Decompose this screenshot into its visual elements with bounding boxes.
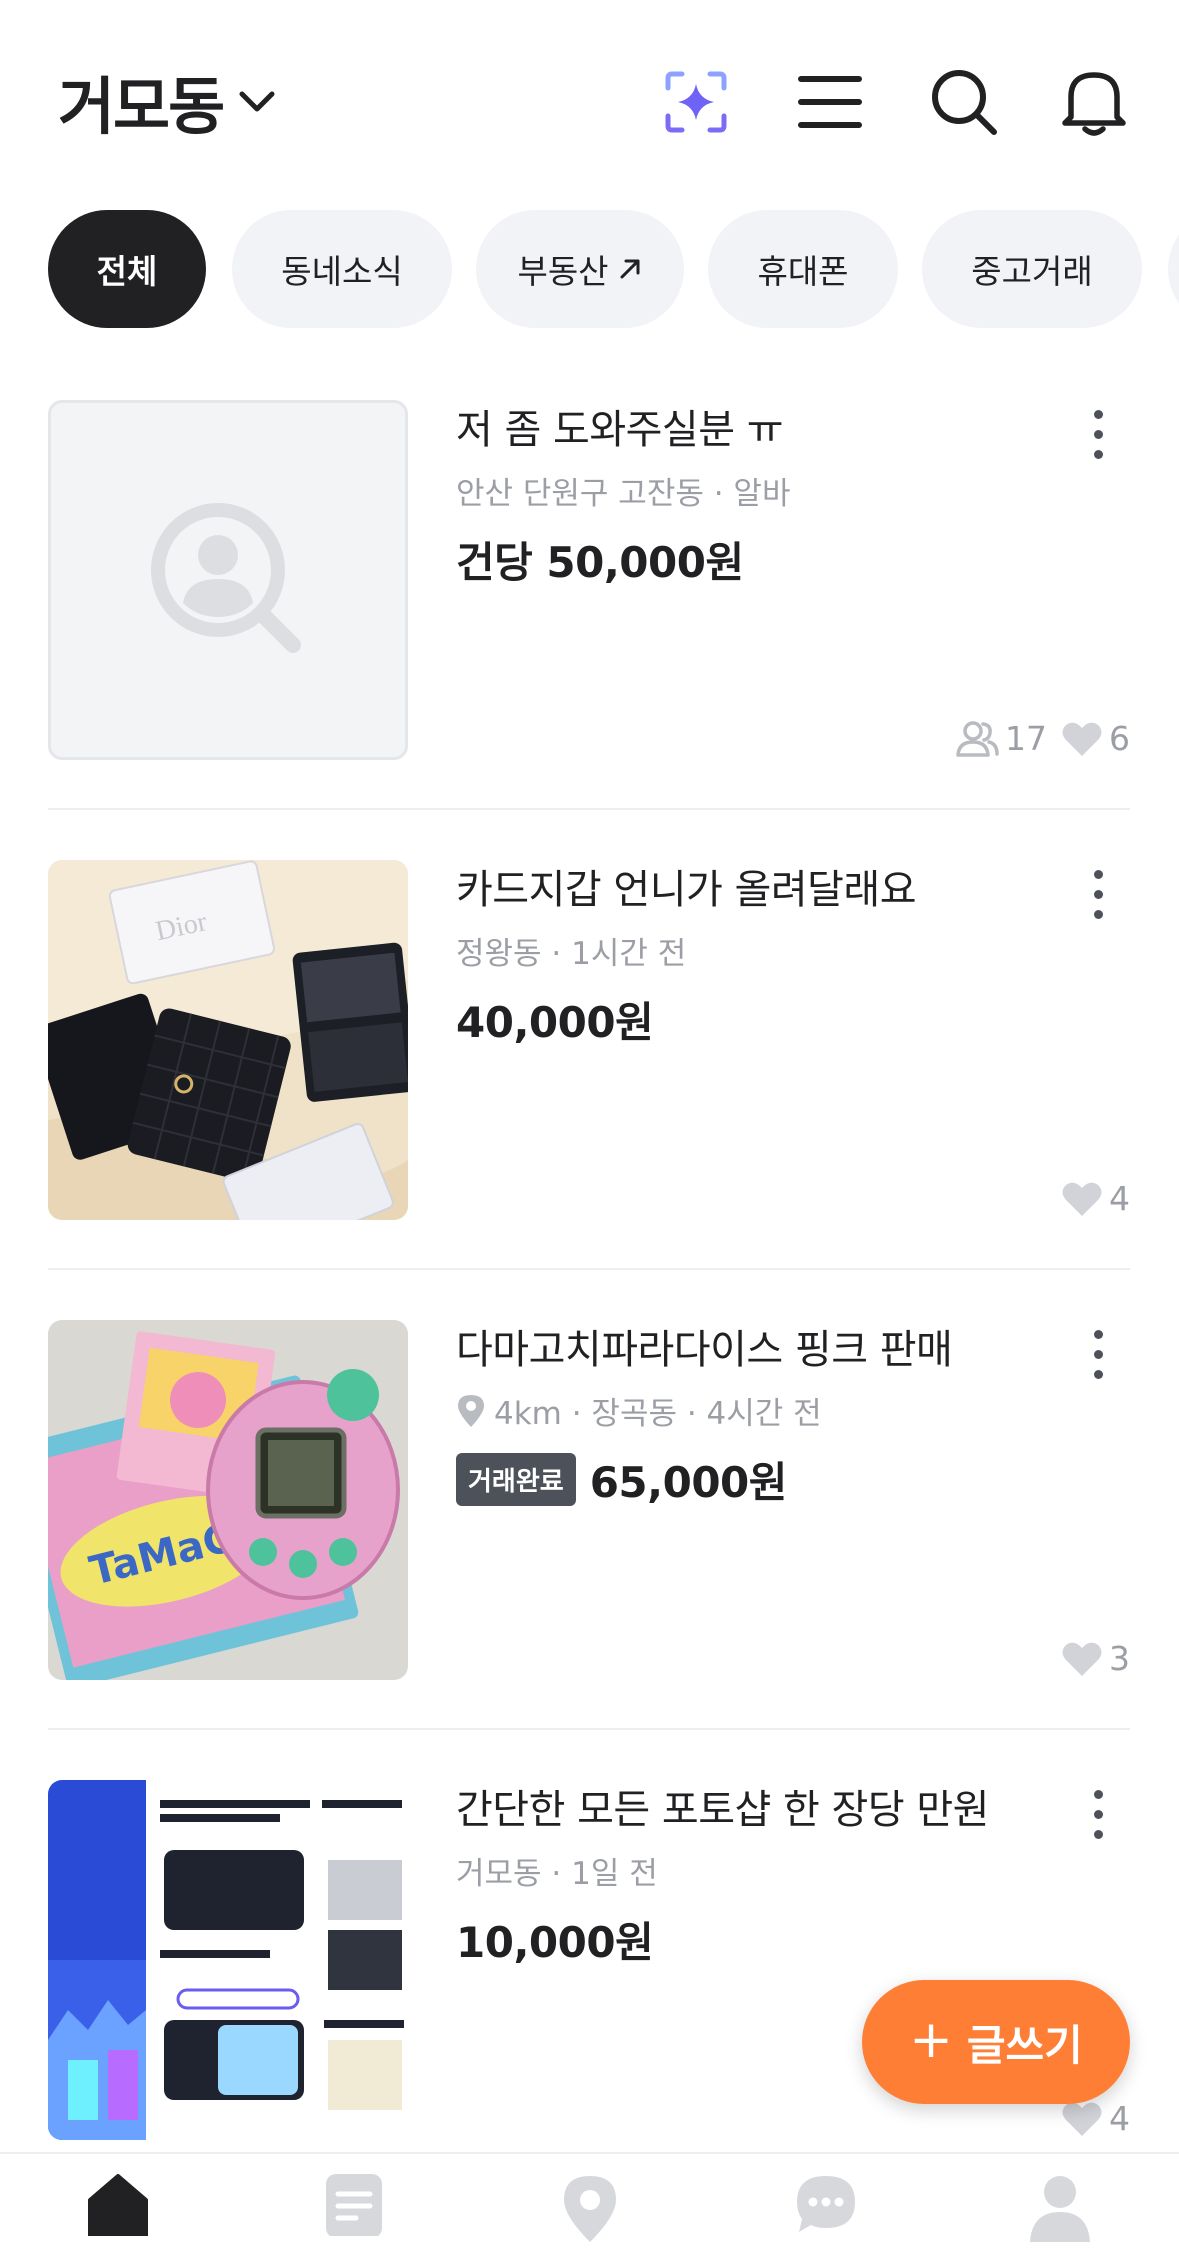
chip-next[interactable]: [1168, 210, 1179, 328]
like-count: 4: [1061, 2099, 1130, 2138]
ai-sparkle-icon[interactable]: [656, 62, 736, 142]
heart-icon: [1062, 722, 1102, 756]
search-person-icon: [151, 503, 301, 653]
item-price: 40,000원: [456, 998, 654, 1047]
chip-used-trade[interactable]: 중고거래: [922, 210, 1142, 328]
list-item[interactable]: 저 좀 도와주실분 ㅠ 안산 단원구 고잔동 · 알바 건당 50,000원 1…: [48, 400, 1130, 760]
item-price: 건당 50,000원: [456, 538, 744, 587]
location-selector[interactable]: 거모동: [58, 56, 277, 146]
like-count: 4: [1061, 1179, 1130, 1218]
heart-icon: [1062, 2102, 1102, 2136]
nav-home-icon[interactable]: [78, 2172, 158, 2248]
item-title: 간단한 모든 포토샵 한 장당 만원: [456, 1787, 989, 1833]
search-icon[interactable]: [924, 62, 1004, 142]
people-icon: [956, 720, 999, 757]
heart-icon: [1062, 1642, 1102, 1676]
item-info: 다마고치파라다이스 핑크 판매 4km · 장곡동 · 4시간 전 거래완료 6…: [456, 1320, 1056, 1510]
divider: [48, 808, 1130, 810]
location-label: 거모동: [58, 70, 225, 143]
item-stats: 17 6: [941, 719, 1130, 758]
top-app-bar: 거모동: [0, 0, 1179, 200]
like-count-value: 3: [1109, 1639, 1130, 1678]
bell-icon[interactable]: [1054, 62, 1134, 142]
nav-profile-icon[interactable]: [1020, 2172, 1100, 2248]
item-stats: 3: [1047, 1639, 1130, 1678]
item-stats: 4: [1047, 1179, 1130, 1218]
divider: [48, 1268, 1130, 1270]
item-meta: 거모동 · 1일 전: [456, 1856, 658, 1892]
status-badge: 거래완료: [456, 1453, 576, 1506]
like-count: 3: [1061, 1639, 1130, 1678]
item-price: 65,000원: [589, 1458, 788, 1507]
plus-icon: +: [909, 2010, 953, 2070]
external-link-icon: [617, 256, 643, 282]
like-count-value: 4: [1109, 1179, 1130, 1218]
item-meta: 안산 단원구 고잔동 · 알바: [456, 476, 791, 512]
chip-all[interactable]: 전체: [48, 210, 206, 328]
nav-location-pin-icon[interactable]: [550, 2172, 630, 2248]
write-post-label: 글쓰기: [966, 2020, 1083, 2070]
chip-label: 부동산: [517, 252, 609, 291]
divider: [48, 1728, 1130, 1730]
list-item[interactable]: TaMaGo 다마고치파라다이스 핑크 판매 4km · 장곡동 · 4시간 전…: [48, 1320, 1130, 1680]
chat-count-value: 17: [1005, 719, 1047, 758]
like-count: 6: [1061, 719, 1130, 758]
more-options-icon[interactable]: [1078, 1784, 1118, 1844]
item-meta-text: 4km · 장곡동 · 4시간 전: [494, 1396, 822, 1432]
tamagotchi-photo: TaMaGo: [48, 1320, 408, 1680]
nav-document-icon[interactable]: [314, 2172, 394, 2248]
item-info: 카드지갑 언니가 올려달래요 정왕동 · 1시간 전 40,000원: [456, 860, 1056, 1050]
item-info: 간단한 모든 포토샵 한 장당 만원 거모동 · 1일 전 10,000원: [456, 1780, 1056, 1970]
item-title: 저 좀 도와주실분 ㅠ: [456, 407, 784, 453]
like-count-value: 4: [1109, 2099, 1130, 2138]
chip-label: 동네소식: [281, 252, 403, 291]
chip-label: 중고거래: [971, 252, 1093, 291]
more-options-icon[interactable]: [1078, 864, 1118, 924]
more-options-icon[interactable]: [1078, 1324, 1118, 1384]
item-meta: 4km · 장곡동 · 4시간 전: [456, 1388, 1056, 1433]
more-options-icon[interactable]: [1078, 404, 1118, 464]
item-title: 카드지갑 언니가 올려달래요: [456, 867, 917, 913]
chevron-down-icon: [237, 89, 277, 119]
chat-count: 17: [955, 719, 1047, 758]
list-item[interactable]: Dior 카드지갑 언니가 올려달래요 정왕동 · 1시간 전 40,000원 …: [48, 860, 1130, 1220]
menu-icon[interactable]: [790, 62, 870, 142]
wallet-photo: Dior: [48, 860, 408, 1220]
item-title: 다마고치파라다이스 핑크 판매: [456, 1327, 953, 1373]
category-chips: 전체 동네소식 부동산 휴대폰 중고거래: [0, 210, 1179, 330]
item-stats: 4: [1047, 2099, 1130, 2138]
item-info: 저 좀 도와주실분 ㅠ 안산 단원구 고잔동 · 알바 건당 50,000원: [456, 400, 1056, 590]
chip-real-estate[interactable]: 부동산: [476, 210, 684, 328]
chip-phones[interactable]: 휴대폰: [708, 210, 898, 328]
like-count-value: 6: [1109, 719, 1130, 758]
item-meta: 정왕동 · 1시간 전: [456, 936, 687, 972]
heart-icon: [1062, 1182, 1102, 1216]
location-pin-icon: [458, 1394, 484, 1427]
bottom-navigation: [0, 2152, 1179, 2248]
placeholder-image: [48, 400, 408, 760]
chip-label: 전체: [96, 252, 158, 291]
chip-label: 휴대폰: [757, 252, 849, 291]
chip-neighborhood-news[interactable]: 동네소식: [232, 210, 452, 328]
studio-flyer-image: [48, 1780, 408, 2140]
nav-chat-icon[interactable]: [786, 2172, 866, 2248]
write-post-button[interactable]: + 글쓰기: [862, 1980, 1130, 2104]
item-price: 10,000원: [456, 1918, 654, 1967]
